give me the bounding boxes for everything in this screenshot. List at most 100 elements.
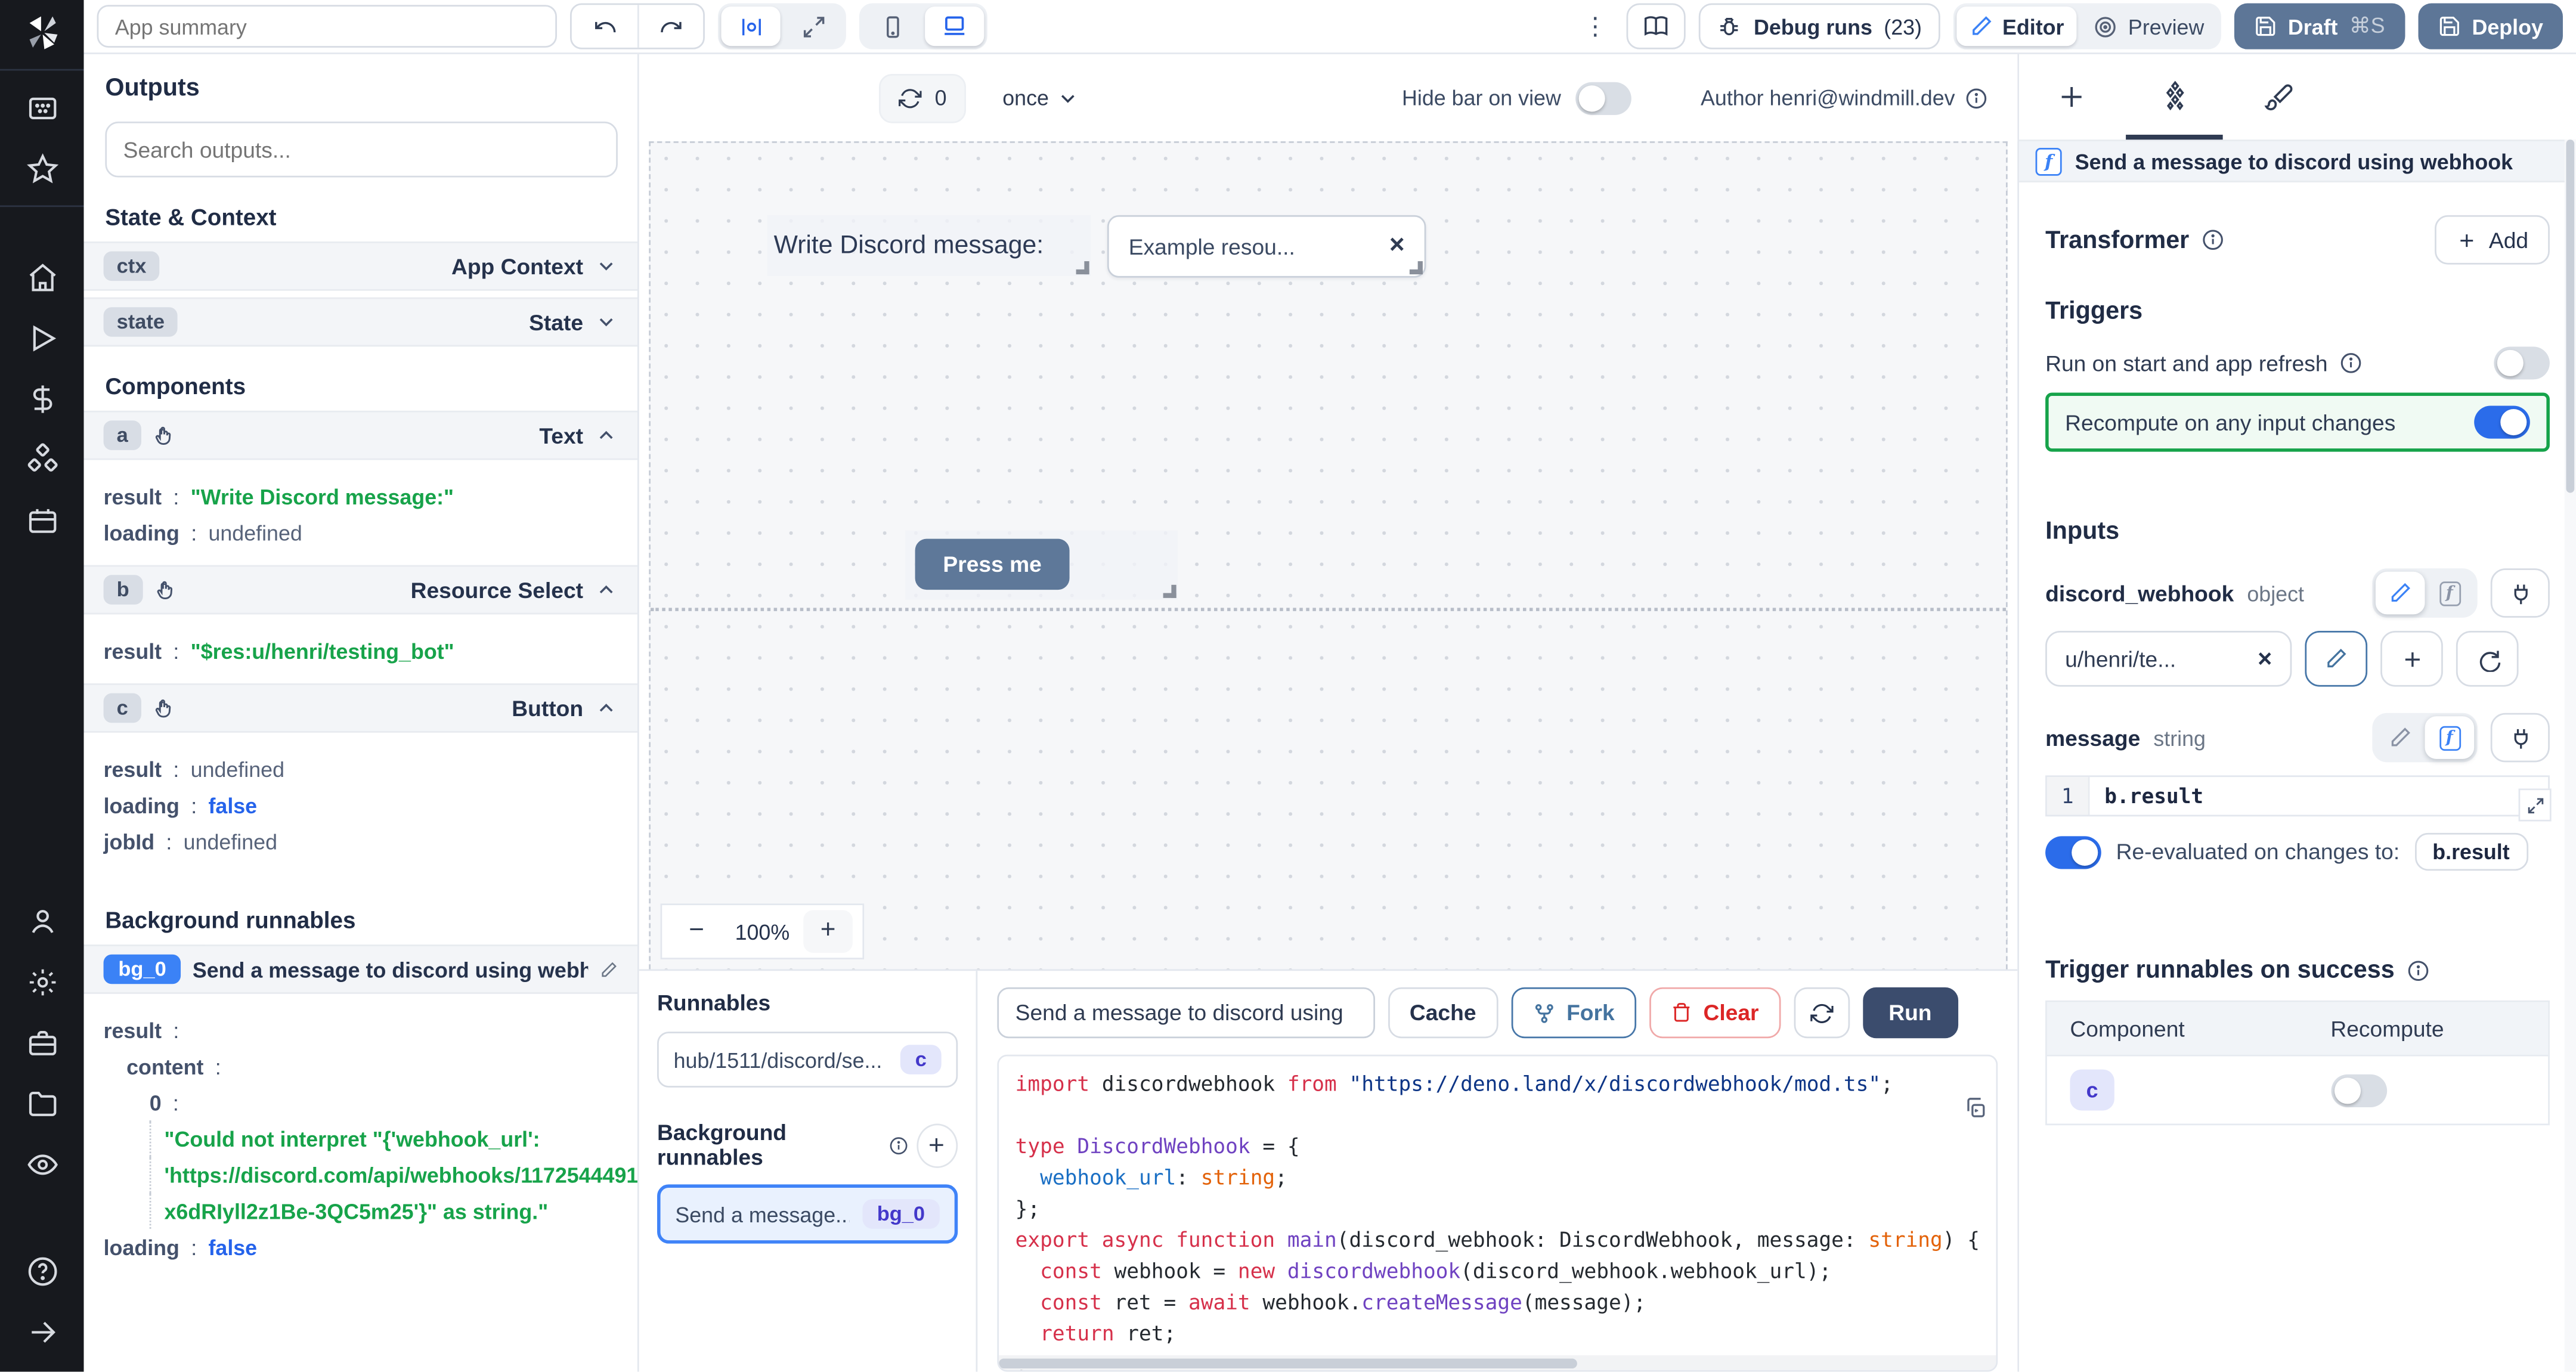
code-line[interactable]: import discordwebhook from "https://deno… (1015, 1068, 1996, 1099)
home-icon[interactable] (0, 246, 84, 307)
zoom-in-button[interactable]: + (803, 910, 853, 953)
collapse-sidebar-arrow-icon[interactable] (0, 1301, 84, 1362)
output-row-ctx[interactable]: ctx App Context (84, 241, 637, 291)
add-transformer-button[interactable]: Add (2435, 215, 2550, 265)
reevaluate-toggle[interactable] (2045, 835, 2101, 868)
workers-briefcase-icon[interactable] (0, 1012, 84, 1073)
output-key-value[interactable]: result:undefined (84, 751, 637, 787)
run-on-start-toggle[interactable] (2494, 346, 2550, 379)
connect-plug-icon-button[interactable] (2491, 568, 2550, 618)
press-me-button[interactable]: Press me (915, 539, 1070, 590)
fork-button[interactable]: Fork (1510, 987, 1636, 1038)
apps-icon[interactable] (0, 77, 84, 138)
frequency-dropdown[interactable]: once (1002, 85, 1080, 110)
desktop-view-button[interactable] (925, 7, 984, 46)
clear-resource-x-icon[interactable]: × (2258, 645, 2272, 673)
chevron-up-icon[interactable] (595, 696, 618, 720)
text-component[interactable]: Write Discord message: (767, 215, 1091, 276)
eval-mode-f-icon[interactable]: f (2425, 572, 2475, 615)
runnable-title-input[interactable] (997, 987, 1375, 1038)
resize-handle[interactable] (1163, 585, 1176, 598)
recompute-c-toggle[interactable] (2330, 1073, 2386, 1106)
info-icon[interactable] (1965, 86, 1988, 110)
edit-pencil-icon[interactable] (600, 960, 618, 978)
edit-resource-pencil-button[interactable] (2305, 631, 2367, 687)
code-line[interactable] (1015, 1099, 1996, 1130)
redo-button[interactable] (637, 5, 703, 48)
output-row-state[interactable]: state State (84, 298, 637, 347)
output-key-value[interactable]: loading:false (84, 787, 637, 823)
output-key-value[interactable]: result:"$res:u/henri/testing_bot" (84, 633, 637, 669)
refresh-count-button[interactable]: 0 (879, 73, 967, 123)
more-options-kebab-icon[interactable]: ⋮ (1576, 11, 1614, 41)
clear-button[interactable]: Clear (1649, 987, 1781, 1038)
static-mode-pencil-icon[interactable] (2376, 716, 2425, 759)
folders-icon[interactable] (0, 1073, 84, 1133)
component-output-row[interactable]: a Text (84, 411, 637, 460)
static-mode-pencil-icon[interactable] (2376, 572, 2425, 615)
refresh-code-button[interactable] (1793, 987, 1849, 1038)
tab-preview[interactable]: Preview (2080, 7, 2217, 46)
output-key-value[interactable]: loading:false (84, 1229, 637, 1265)
chevron-up-icon[interactable] (595, 424, 618, 447)
add-resource-plus-button[interactable] (2380, 631, 2443, 687)
code-line[interactable]: const ret = await webhook.createMessage(… (1015, 1286, 1996, 1317)
mobile-view-button[interactable] (862, 7, 921, 46)
favorites-star-icon[interactable] (0, 138, 84, 199)
tab-editor[interactable]: Editor (1956, 7, 2077, 46)
run-button[interactable]: Run (1862, 987, 1958, 1038)
tab-insert-plus-icon[interactable] (2019, 54, 2123, 140)
fullscreen-layout-button[interactable] (784, 7, 843, 46)
message-expression[interactable]: b.result (2089, 777, 2548, 814)
connect-plug-icon-button[interactable] (2491, 713, 2550, 763)
chevron-up-icon[interactable] (595, 578, 618, 602)
reload-resource-refresh-button[interactable] (2456, 631, 2519, 687)
resource-picker-select[interactable]: u/henri/te... × (2045, 631, 2292, 687)
runnable-item-c[interactable]: hub/1511/discord/se... c (657, 1032, 958, 1088)
resources-hub-icon[interactable] (0, 429, 84, 490)
output-row-bg0[interactable]: bg_0 Send a message to discord using web… (84, 944, 637, 994)
help-icon[interactable] (0, 1240, 84, 1301)
message-expression-editor[interactable]: 1 b.result (2045, 775, 2550, 816)
center-layout-button[interactable] (721, 7, 780, 46)
runs-play-icon[interactable] (0, 307, 84, 368)
output-key-value[interactable]: content: (84, 1048, 637, 1085)
output-key-value[interactable]: 'https://discord.com/api/webhooks/117254… (150, 1157, 637, 1193)
schedules-calendar-icon[interactable] (0, 490, 84, 550)
button-component[interactable]: Press me (905, 531, 1178, 600)
resize-handle[interactable] (1076, 261, 1089, 274)
code-editor[interactable]: import discordwebhook from "https://deno… (997, 1055, 1998, 1372)
recompute-toggle[interactable] (2474, 406, 2530, 439)
code-line[interactable]: webhook_url: string; (1015, 1162, 1996, 1193)
copy-icon[interactable] (1963, 1096, 1987, 1120)
output-key-value[interactable]: 0: (84, 1084, 637, 1120)
clear-selection-x-icon[interactable]: × (1389, 231, 1405, 261)
info-icon[interactable] (2406, 959, 2429, 982)
output-key-value[interactable]: result:"Write Discord message:" (84, 478, 637, 515)
search-outputs-input[interactable] (105, 122, 618, 178)
zoom-out-button[interactable]: − (672, 910, 722, 953)
draft-button[interactable]: Draft ⌘S (2234, 4, 2405, 49)
expand-editor-icon[interactable] (2519, 788, 2552, 821)
output-key-value[interactable]: jobId:undefined (84, 823, 637, 859)
hide-bar-toggle[interactable] (1576, 81, 1632, 114)
component-output-row[interactable]: b Resource Select (84, 565, 637, 615)
info-icon[interactable] (2339, 352, 2363, 375)
resize-handle[interactable] (1410, 261, 1423, 274)
code-line[interactable]: type DiscordWebhook = { (1015, 1131, 1996, 1162)
add-background-runnable-button[interactable] (917, 1123, 958, 1167)
undo-button[interactable] (572, 5, 637, 48)
docs-book-button[interactable] (1627, 4, 1686, 49)
code-line[interactable]: const webhook = new discordwebhook(disco… (1015, 1255, 1996, 1286)
component-output-row[interactable]: c Button (84, 683, 637, 733)
audit-eye-icon[interactable] (0, 1133, 84, 1194)
deploy-button[interactable]: Deploy (2418, 4, 2563, 49)
info-icon[interactable] (2201, 228, 2224, 252)
output-key-value[interactable]: "Could not interpret "{'webhook_url': (150, 1120, 637, 1157)
tab-styling-paintbrush-icon[interactable] (2226, 54, 2330, 140)
output-key-value[interactable]: x6dRIyll2z1Be-3QC5m25'}" as string." (150, 1193, 637, 1229)
user-icon[interactable] (0, 890, 84, 951)
output-key-value[interactable]: result: (84, 1012, 637, 1048)
app-summary-input[interactable] (97, 5, 557, 48)
runnable-item-bg0-selected[interactable]: Send a message... bg_0 (657, 1184, 958, 1243)
